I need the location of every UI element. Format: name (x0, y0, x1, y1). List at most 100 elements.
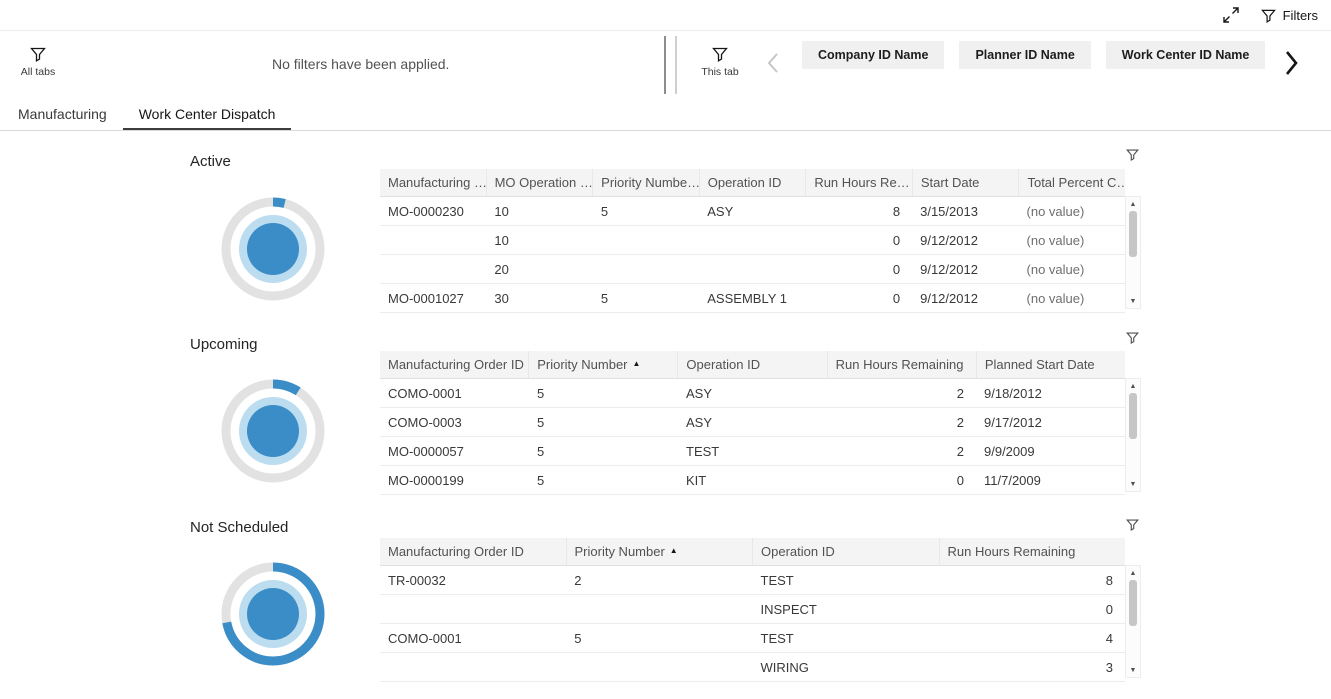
table-row[interactable]: WIRING3 (380, 653, 1125, 682)
no-filters-message: No filters have been applied. (272, 56, 449, 72)
chips-scroll-right-button[interactable] (1284, 49, 1299, 77)
table-cell: (no value) (1019, 226, 1125, 254)
table-cell: 2 (827, 408, 976, 436)
table-cell: 0 (806, 284, 912, 312)
table-cell: ASY (699, 197, 805, 225)
table-cell: MO-0000230 (380, 197, 486, 225)
table-cell: 9/12/2012 (912, 284, 1018, 312)
table-cell: INSPECT (753, 595, 939, 623)
table-cell: 10 (486, 197, 592, 225)
column-header[interactable]: Operation ID (678, 351, 827, 378)
column-header[interactable]: Run Hours Re… (806, 169, 913, 196)
table-cell (566, 595, 752, 623)
not-scheduled-table-scrollbar[interactable]: ▲ ▼ (1125, 565, 1141, 678)
table-cell: TEST (753, 624, 939, 652)
sort-ascending-icon: ▲ (633, 359, 641, 368)
table-cell (380, 653, 566, 681)
table-row[interactable]: COMO-00035ASY29/17/2012 (380, 408, 1125, 437)
table-row[interactable]: MO-0000230105ASY83/15/2013(no value) (380, 197, 1125, 226)
column-header[interactable]: Manufacturing … (380, 169, 487, 196)
upcoming-filter-funnel-icon[interactable] (1126, 331, 1139, 344)
table-header-row: Manufacturing …MO Operation …Priority Nu… (380, 169, 1125, 197)
table-body: TR-000322TEST8INSPECT0COMO-00015TEST4WIR… (380, 566, 1125, 682)
filters-button[interactable]: Filters (1261, 8, 1318, 23)
table-cell: 8 (806, 197, 912, 225)
table-cell: 5 (529, 408, 678, 436)
column-header[interactable]: MO Operation … (487, 169, 594, 196)
this-tab-filter-button[interactable]: This tab (692, 46, 748, 78)
scroll-up-icon[interactable]: ▲ (1126, 198, 1140, 210)
table-cell: COMO-0001 (380, 624, 566, 652)
table-cell: (no value) (1019, 255, 1125, 283)
column-header[interactable]: Operation ID (753, 538, 940, 565)
scroll-down-icon[interactable]: ▼ (1126, 478, 1140, 490)
filters-label: Filters (1283, 8, 1318, 23)
table-row[interactable]: 1009/12/2012(no value) (380, 226, 1125, 255)
scroll-up-icon[interactable]: ▲ (1126, 567, 1140, 579)
column-header[interactable]: Planned Start Date (977, 351, 1125, 378)
table-cell: ASSEMBLY 1 (699, 284, 805, 312)
scroll-down-icon[interactable]: ▼ (1126, 295, 1140, 307)
tab-bar: Manufacturing Work Center Dispatch (0, 100, 1331, 131)
table-cell: 5 (529, 379, 678, 407)
table-cell: TEST (753, 566, 939, 594)
gauge-inner-dot (247, 405, 299, 457)
table-row[interactable]: INSPECT0 (380, 595, 1125, 624)
upcoming-table-scrollbar[interactable]: ▲ ▼ (1125, 378, 1141, 492)
chip-work-center-id-name[interactable]: Work Center ID Name (1106, 41, 1266, 69)
column-header[interactable]: Priority Number▲ (529, 351, 678, 378)
scrollbar-thumb[interactable] (1129, 211, 1137, 257)
column-header[interactable]: Run Hours Remaining (828, 351, 977, 378)
column-header[interactable]: Manufacturing Order ID (380, 538, 567, 565)
section-title-active: Active (190, 153, 231, 170)
column-header[interactable]: Start Date (913, 169, 1020, 196)
table-row[interactable]: TR-000322TEST8 (380, 566, 1125, 595)
table-row[interactable]: MO-0001027305ASSEMBLY 109/12/2012(no val… (380, 284, 1125, 313)
chip-company-id-name[interactable]: Company ID Name (802, 41, 944, 69)
active-filter-funnel-icon[interactable] (1126, 148, 1139, 161)
scrollbar-thumb[interactable] (1129, 393, 1137, 439)
scroll-up-icon[interactable]: ▲ (1126, 380, 1140, 392)
not-scheduled-filter-funnel-icon[interactable] (1126, 518, 1139, 531)
column-header[interactable]: Operation ID (700, 169, 807, 196)
table-row[interactable]: COMO-00015TEST4 (380, 624, 1125, 653)
column-header[interactable]: Priority Numbe… (593, 169, 700, 196)
expand-button[interactable] (1223, 7, 1239, 23)
table-cell (380, 226, 486, 254)
scroll-down-icon[interactable]: ▼ (1126, 664, 1140, 676)
table-cell: 2 (566, 566, 752, 594)
table-cell: 2 (827, 379, 976, 407)
active-table-scrollbar[interactable]: ▲ ▼ (1125, 196, 1141, 309)
table-row[interactable]: MO-00000575TEST29/9/2009 (380, 437, 1125, 466)
table-row[interactable]: 2009/12/2012(no value) (380, 255, 1125, 284)
chips-scroll-left-button[interactable] (766, 51, 779, 75)
tab-manufacturing[interactable]: Manufacturing (2, 100, 123, 130)
table-cell: 30 (486, 284, 592, 312)
table-cell (593, 226, 699, 254)
filter-funnel-icon (1261, 8, 1276, 23)
not-scheduled-table: Manufacturing Order IDPriority Number▲Op… (380, 538, 1125, 682)
this-tab-funnel-icon (712, 46, 728, 62)
pane-divider (664, 36, 677, 94)
table-cell: 5 (529, 437, 678, 465)
column-header[interactable]: Total Percent C… (1019, 169, 1125, 196)
column-header[interactable]: Manufacturing Order ID (380, 351, 529, 378)
expand-icon (1223, 7, 1239, 23)
table-cell: 4 (939, 624, 1125, 652)
column-header[interactable]: Run Hours Remaining (940, 538, 1126, 565)
table-cell: KIT (678, 466, 827, 494)
active-table: Manufacturing …MO Operation …Priority Nu… (380, 169, 1125, 313)
tab-work-center-dispatch[interactable]: Work Center Dispatch (123, 100, 292, 130)
table-cell: ASY (678, 379, 827, 407)
table-row[interactable]: COMO-00015ASY29/18/2012 (380, 379, 1125, 408)
table-row[interactable]: MO-00001995KIT011/7/2009 (380, 466, 1125, 495)
upcoming-gauge-donut (217, 375, 329, 487)
scrollbar-thumb[interactable] (1129, 580, 1137, 626)
column-header[interactable]: Priority Number▲ (567, 538, 754, 565)
all-tabs-filter-button[interactable]: All tabs (10, 46, 66, 78)
filter-bar: All tabs No filters have been applied. T… (0, 31, 1331, 101)
table-header-row: Manufacturing Order IDPriority Number▲Op… (380, 351, 1125, 379)
table-cell: 9/9/2009 (976, 437, 1125, 465)
chip-planner-id-name[interactable]: Planner ID Name (959, 41, 1090, 69)
table-cell: 10 (486, 226, 592, 254)
